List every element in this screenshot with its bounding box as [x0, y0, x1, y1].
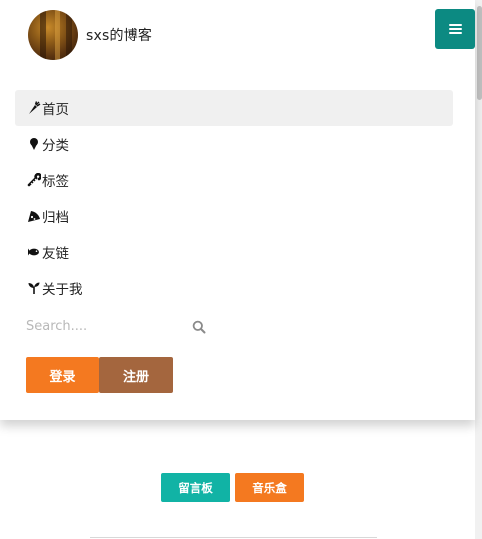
nav-item-tags[interactable]: 标签	[15, 162, 453, 198]
ice-cream-icon	[27, 137, 41, 151]
scrollbar[interactable]	[475, 0, 482, 539]
brand[interactable]: sxs的博客	[28, 10, 152, 60]
register-button[interactable]: 注册	[99, 357, 173, 393]
search-input[interactable]	[26, 318, 186, 334]
nav-item-about[interactable]: 关于我	[15, 270, 453, 306]
divider	[90, 537, 377, 538]
nav-menu: 首页 分类 标签 归档 友链 关于我	[15, 90, 453, 306]
site-name: sxs的博客	[86, 28, 153, 44]
menu-toggle-button[interactable]	[435, 9, 475, 49]
search-icon[interactable]	[192, 319, 206, 334]
nav-item-label: 标签	[42, 174, 69, 190]
auth-buttons: 登录 注册	[26, 357, 173, 393]
nav-item-label: 分类	[42, 138, 69, 154]
scrollbar-thumb[interactable]	[477, 6, 482, 100]
nav-item-home[interactable]: 首页	[15, 90, 453, 126]
nav-item-archive[interactable]: 归档	[15, 198, 453, 234]
page: sxs的博客 首页 分类 标签 归档 友链 关于我 Search.... 登录 …	[0, 0, 482, 539]
pizza-slice-icon	[27, 209, 41, 223]
fish-icon	[27, 245, 41, 259]
footer-buttons: 留言板 音乐盒	[161, 473, 304, 502]
login-button[interactable]: 登录	[26, 357, 99, 393]
avatar	[28, 10, 78, 60]
music-box-button[interactable]: 音乐盒	[235, 473, 304, 502]
guestbook-button[interactable]: 留言板	[161, 473, 230, 502]
nav-item-label: 友链	[42, 246, 69, 262]
nav-item-label: 首页	[42, 102, 69, 118]
search-box	[26, 314, 208, 338]
nav-item-label: 归档	[42, 210, 69, 226]
seedling-icon	[27, 281, 41, 295]
nav-item-links[interactable]: 友链	[15, 234, 453, 270]
candy-cane-icon	[27, 173, 41, 187]
nav-item-categories[interactable]: 分类	[15, 126, 453, 162]
hamburger-icon	[448, 24, 462, 34]
nav-item-label: 关于我	[42, 282, 83, 298]
nav-drawer: sxs的博客 首页 分类 标签 归档 友链 关于我 Search.... 登录 …	[0, 0, 475, 420]
carrot-icon	[27, 101, 41, 115]
